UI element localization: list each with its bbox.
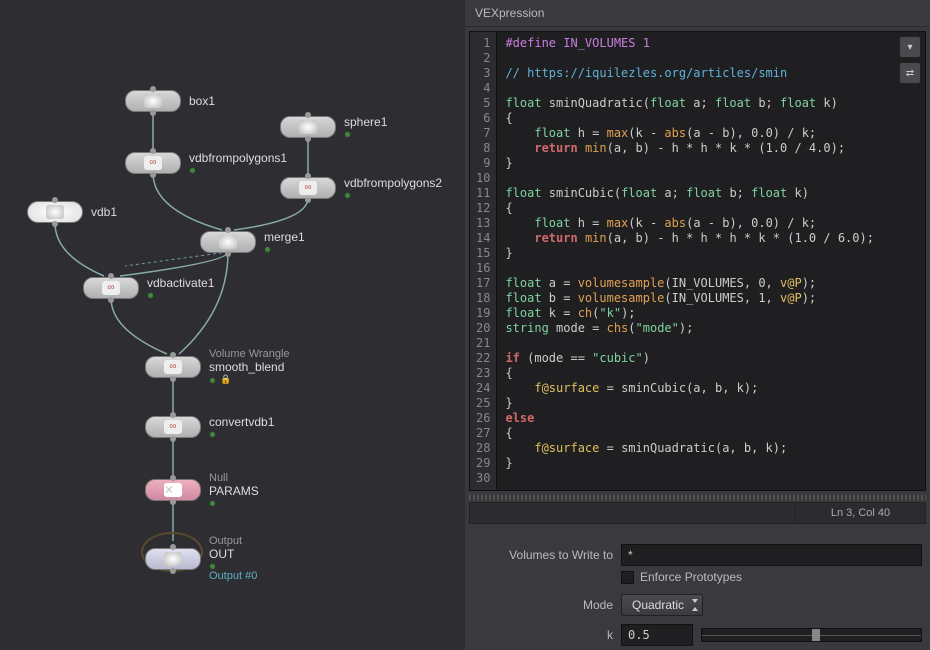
expand-menu-button[interactable]: ▾ [899, 36, 921, 58]
vex-code-editor[interactable]: 1234567891011121314151617181920212223242… [469, 31, 926, 491]
mode-label: Mode [473, 598, 613, 612]
node-vdb1[interactable]: vdb1 [27, 201, 117, 223]
node-sphere1[interactable]: sphere1 [280, 115, 387, 138]
node-box1[interactable]: box1 [125, 90, 215, 112]
k-label: k [473, 628, 613, 642]
node-merge1[interactable]: merge1 [200, 230, 305, 253]
mode-menu[interactable]: Quadratic [621, 594, 703, 616]
node-vdbfrompolygons1[interactable]: vdbfrompolygons1 [125, 151, 287, 174]
status-cursor-pos: Ln 3, Col 40 [795, 503, 925, 523]
volumes-label: Volumes to Write to [473, 548, 613, 562]
k-field[interactable]: 0.5 [621, 624, 693, 646]
node-out[interactable]: Output OUT Output #0 [145, 535, 257, 582]
node-convertvdb1[interactable]: convertvdb1 [145, 415, 274, 438]
enforce-prototypes-checkbox[interactable] [621, 571, 634, 584]
status-path [470, 503, 795, 523]
editor-resize-handle[interactable] [469, 495, 926, 500]
code-body[interactable]: #define IN_VOLUMES 1 // https://iquilezl… [497, 32, 925, 490]
node-params[interactable]: ✕ NullPARAMS [145, 472, 259, 507]
node-graph[interactable]: box1 sphere1 vdbfrompolygons1 vdbfrompol… [0, 0, 465, 650]
node-vdbactivate1[interactable]: vdbactivate1 [83, 276, 214, 299]
node-vdbfrompolygons2[interactable]: vdbfrompolygons2 [280, 176, 442, 199]
lock-icon: 🔒 [220, 374, 231, 385]
volumes-to-write-field[interactable]: * [621, 544, 922, 566]
node-smooth-blend[interactable]: Volume Wrangle smooth_blend 🔒 [145, 348, 290, 385]
editor-status-bar: Ln 3, Col 40 [469, 502, 926, 524]
parameter-pane: VEXpression 1234567891011121314151617181… [465, 0, 930, 650]
code-gutter: 1234567891011121314151617181920212223242… [470, 32, 497, 490]
external-editor-button[interactable]: ⇄ [899, 62, 921, 84]
k-slider[interactable] [701, 628, 922, 642]
enforce-prototypes-label: Enforce Prototypes [640, 570, 742, 584]
vexpression-header: VEXpression [465, 0, 930, 27]
